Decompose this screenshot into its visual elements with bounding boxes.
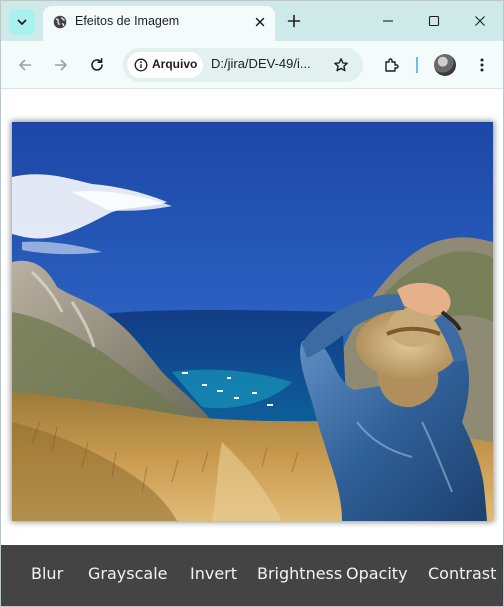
filter-contrast-button[interactable]: Contrast xyxy=(428,564,496,583)
profile-avatar[interactable] xyxy=(434,54,456,76)
filter-blur-button[interactable]: Blur xyxy=(31,564,63,583)
tab-strip: Efeitos de Imagem xyxy=(1,1,503,41)
filter-invert-button[interactable]: Invert xyxy=(190,564,237,583)
filter-opacity-button[interactable]: Opacity xyxy=(346,564,408,583)
site-info-chip[interactable]: Arquivo xyxy=(127,52,203,78)
globe-icon xyxy=(53,15,67,29)
filter-grayscale-button[interactable]: Grayscale xyxy=(88,564,167,583)
address-bar[interactable]: Arquivo D:/jira/DEV-49/i... xyxy=(123,48,363,82)
close-icon[interactable] xyxy=(253,15,267,29)
plus-icon[interactable] xyxy=(287,14,301,28)
kebab-menu-icon[interactable] xyxy=(474,57,490,73)
minimize-icon[interactable] xyxy=(381,14,395,28)
main-image xyxy=(12,122,493,521)
forward-arrow-icon[interactable] xyxy=(53,57,69,73)
browser-window: Efeitos de Imagem Arquivo D:/jira/DEV-49… xyxy=(0,0,504,607)
tab-search-button[interactable] xyxy=(9,9,35,35)
tab-title: Efeitos de Imagem xyxy=(75,14,180,28)
toolbar-separator xyxy=(416,57,418,73)
browser-toolbar: Arquivo D:/jira/DEV-49/i... xyxy=(1,41,503,89)
tab-active[interactable]: Efeitos de Imagem xyxy=(43,6,275,41)
site-info-label: Arquivo xyxy=(152,57,198,71)
close-window-icon[interactable] xyxy=(473,14,487,28)
filter-bar: Blur Grayscale Invert Brightness Opacity… xyxy=(1,545,503,606)
maximize-icon[interactable] xyxy=(427,14,441,28)
reload-icon[interactable] xyxy=(89,57,105,73)
info-icon xyxy=(134,58,148,72)
puzzle-icon[interactable] xyxy=(383,57,399,73)
filter-brightness-button[interactable]: Brightness xyxy=(257,564,342,583)
page-content: Blur Grayscale Invert Brightness Opacity… xyxy=(1,90,503,606)
star-icon[interactable] xyxy=(333,57,349,73)
url-text[interactable]: D:/jira/DEV-49/i... xyxy=(211,56,311,71)
chevron-down-icon xyxy=(17,19,27,25)
back-arrow-icon[interactable] xyxy=(17,57,33,73)
